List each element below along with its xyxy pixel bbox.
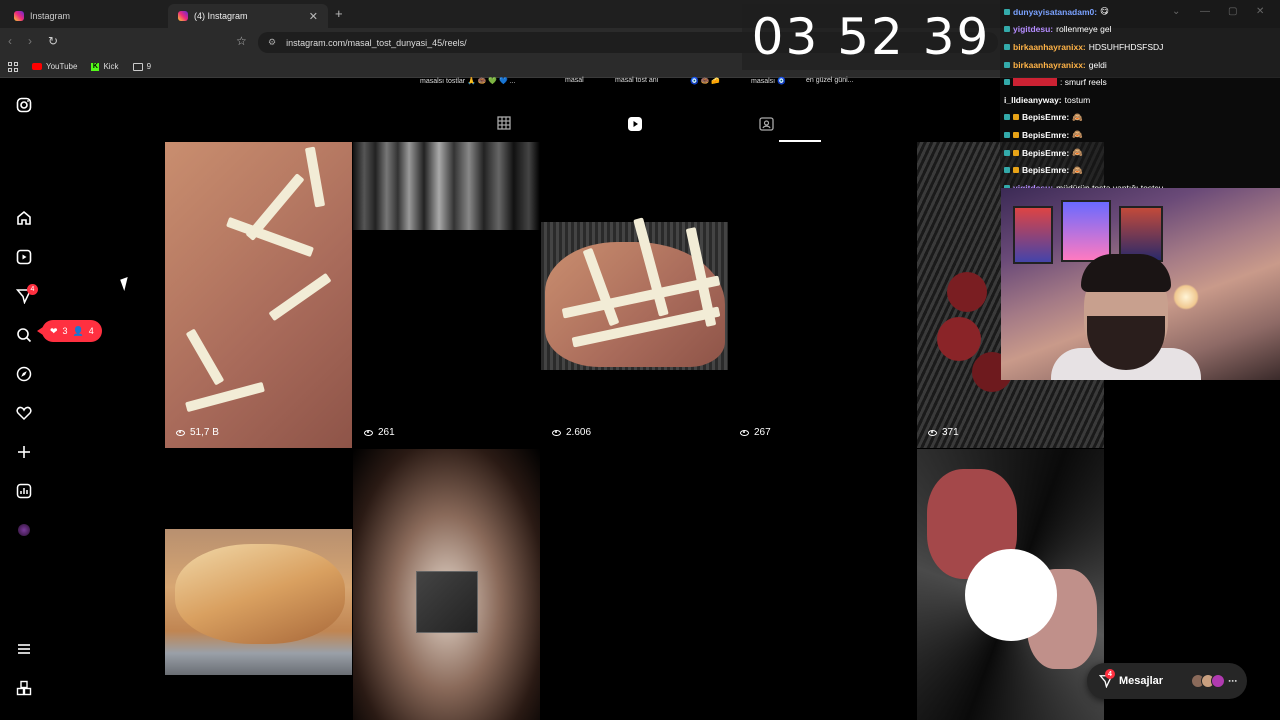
stream-chat: dunyayisatanadam0: 😋 yigitdesu: rollenmeye… xyxy=(1000,0,1280,193)
bookmark-icon[interactable]: ☆ xyxy=(236,34,247,48)
reel-thumbnail[interactable] xyxy=(541,449,728,720)
youtube-icon xyxy=(32,63,42,70)
highlight-label[interactable]: masal xyxy=(565,77,584,84)
highlight-label[interactable]: en güzel güni... xyxy=(806,77,853,84)
kick-icon: K xyxy=(91,62,100,71)
stream-timer: 03 52 39 xyxy=(742,4,1000,70)
likes-count: 3 xyxy=(62,326,68,336)
eye-icon xyxy=(928,429,937,436)
chat-message: yigitdesu: rollenmeye gel xyxy=(1004,21,1276,39)
notifications-heart-icon[interactable] xyxy=(14,403,34,423)
eye-icon xyxy=(740,429,749,436)
profile-avatar-icon[interactable] xyxy=(14,520,34,540)
reel-thumbnail[interactable]: 267 xyxy=(729,142,916,448)
chat-message: BepisEmre: 🙈 xyxy=(1004,161,1276,179)
search-icon[interactable] xyxy=(14,325,34,345)
back-icon[interactable]: ‹ xyxy=(8,34,12,48)
bookmark-label: 9 xyxy=(146,62,152,71)
tab-posts-grid-icon[interactable] xyxy=(497,116,511,133)
view-count: 261 xyxy=(364,427,395,438)
reel-thumbnail[interactable]: 51,7 B xyxy=(165,142,352,448)
close-tab-icon[interactable]: ✕ xyxy=(309,10,318,23)
more-avatars-icon: ⋯ xyxy=(1228,675,1237,686)
followers-count: 4 xyxy=(88,326,94,336)
instagram-sidenav: 4 xyxy=(0,79,48,720)
folder-icon xyxy=(132,62,143,71)
home-icon[interactable] xyxy=(14,208,34,228)
explore-icon[interactable] xyxy=(14,364,34,384)
more-menu-icon[interactable] xyxy=(14,639,34,659)
browser-tab-instagram-active[interactable]: (4) Instagram ✕ xyxy=(168,4,328,28)
chat-message: birkaanhayranixx: geldi xyxy=(1004,56,1276,74)
chat-message: BepisEmre: 🙈 xyxy=(1004,109,1276,127)
view-count: 51,7 B xyxy=(176,427,219,438)
apps-icon[interactable] xyxy=(8,61,18,72)
tab-reels-icon[interactable] xyxy=(627,116,643,135)
person-icon: 👤 xyxy=(72,325,84,336)
create-plus-icon[interactable] xyxy=(14,442,34,462)
profile-tabs xyxy=(165,110,1105,142)
chat-message: : smurf reels xyxy=(1004,73,1276,91)
also-from-meta-icon[interactable] xyxy=(14,678,34,698)
site-info-icon[interactable]: ⚙ xyxy=(268,37,276,48)
chat-message: dunyayisatanadam0: 😋 xyxy=(1004,3,1276,21)
heart-icon: ❤ xyxy=(50,325,58,336)
chat-message: birkaanhayranixx: HDSUHFHDSFSDJ xyxy=(1004,38,1276,56)
chat-message: BepisEmre: 🙈 xyxy=(1004,126,1276,144)
instagram-logo-icon[interactable] xyxy=(14,95,34,115)
messages-icon[interactable]: 4 xyxy=(14,284,38,306)
highlight-label[interactable]: masalsı 🧿 xyxy=(751,77,786,85)
eye-icon xyxy=(176,429,185,436)
messages-label: Mesajlar xyxy=(1119,675,1164,687)
reel-thumbnail[interactable]: 261 xyxy=(353,142,540,448)
story-highlights: masalsı tostlar 🙏 🍩 💚 💙 ... masal masal … xyxy=(420,76,880,90)
reel-thumbnail[interactable]: 2.606 xyxy=(541,142,728,448)
reels-icon[interactable] xyxy=(14,247,34,267)
highlight-label[interactable]: masal tost anı xyxy=(615,77,659,84)
view-count: 267 xyxy=(740,427,771,438)
url-text: instagram.com/masal_tost_dunyasi_45/reel… xyxy=(286,37,467,48)
mouse-cursor xyxy=(120,276,132,292)
messages-button[interactable]: 4 Mesajlar ⋯ xyxy=(1087,663,1247,699)
bookmark-label: Kick xyxy=(103,62,119,71)
reel-thumbnail[interactable] xyxy=(917,449,1104,720)
instagram-favicon-icon xyxy=(14,11,24,21)
eye-icon xyxy=(552,429,561,436)
bookmark-folder[interactable]: 9 xyxy=(132,62,152,71)
notification-pill[interactable]: ❤ 3 👤 4 xyxy=(37,320,102,342)
bookmark-kick[interactable]: K Kick xyxy=(91,62,119,71)
reload-icon[interactable]: ↻ xyxy=(48,34,58,48)
view-count: 2.606 xyxy=(552,427,591,438)
forward-icon[interactable]: › xyxy=(28,34,32,48)
view-count: 371 xyxy=(928,427,959,438)
eye-icon xyxy=(364,429,373,436)
reel-thumbnail[interactable] xyxy=(353,449,540,720)
avatar xyxy=(1211,674,1225,688)
browser-tab-instagram[interactable]: Instagram xyxy=(4,4,166,28)
tab-title: Instagram xyxy=(30,11,71,21)
chat-message: BepisEmre: 🙈 xyxy=(1004,144,1276,162)
bookmark-label: YouTube xyxy=(46,62,78,71)
dashboard-icon[interactable] xyxy=(14,481,34,501)
new-tab-icon[interactable]: + xyxy=(335,6,343,21)
messages-badge: 4 xyxy=(1105,669,1115,679)
messages-badge: 4 xyxy=(27,284,38,295)
chat-message: i_lldieanyway: tostum xyxy=(1004,94,1091,105)
highlight-label[interactable]: masalsı tostlar 🙏 🍩 💚 💙 ... xyxy=(420,77,516,85)
tab-tagged-icon[interactable] xyxy=(759,116,774,134)
streamer-webcam xyxy=(1001,188,1280,380)
reels-grid: 51,7 B 261 2.606 267 371 xyxy=(165,142,1105,720)
tab-title: (4) Instagram xyxy=(194,11,248,21)
highlight-label[interactable]: 🧿 🍩 🧀 xyxy=(690,77,720,85)
instagram-favicon-icon xyxy=(178,11,188,21)
bookmark-youtube[interactable]: YouTube xyxy=(32,62,77,71)
reel-thumbnail[interactable] xyxy=(165,449,352,720)
reel-thumbnail[interactable] xyxy=(729,449,916,720)
